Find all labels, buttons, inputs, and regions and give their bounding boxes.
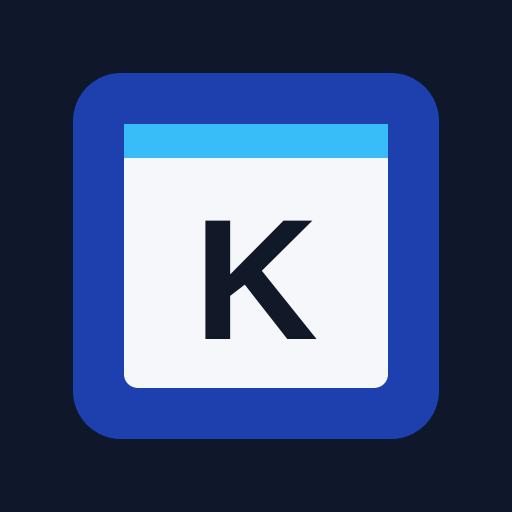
icon-canvas: K	[0, 0, 512, 512]
window-glyph: K	[124, 124, 388, 388]
app-icon[interactable]: K	[73, 73, 439, 439]
window-titlebar	[124, 124, 388, 158]
app-letter: K	[193, 184, 319, 376]
window-body: K	[124, 158, 388, 388]
